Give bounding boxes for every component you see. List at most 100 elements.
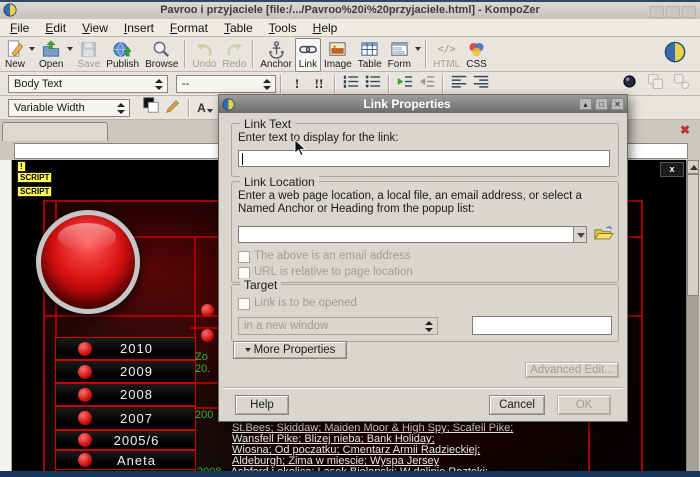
link-button[interactable]: Link — [295, 38, 321, 72]
open-folder-icon — [41, 40, 61, 59]
link-location-label: Enter a web page location, a local file,… — [238, 190, 610, 216]
bullet-icon — [201, 304, 214, 317]
tab-close-icon[interactable]: ✖ — [680, 122, 690, 138]
close-button[interactable] — [682, 6, 696, 18]
link-location-input[interactable] — [238, 226, 574, 243]
target-window-select[interactable]: in a new window — [238, 317, 438, 335]
open-link-checkbox[interactable] — [238, 298, 250, 310]
cancel-button[interactable]: Cancel — [489, 395, 545, 415]
css-palette-icon — [467, 40, 486, 59]
emphasis-glyph: ! — [295, 76, 299, 92]
paragraph-format-select[interactable]: Body Text — [8, 75, 168, 93]
image-button[interactable]: Image — [321, 38, 355, 72]
email-checkbox[interactable] — [238, 251, 250, 263]
publish-button[interactable]: Publish — [103, 38, 142, 72]
outdent-button[interactable] — [417, 74, 437, 94]
menu-format[interactable]: Format — [162, 20, 216, 36]
menu-edit[interactable]: Edit — [37, 20, 74, 36]
year-fragment: Zo — [195, 352, 208, 363]
new-button[interactable]: New — [2, 38, 28, 72]
help-button[interactable]: Help — [235, 395, 289, 415]
color-swatch-button[interactable] — [141, 98, 161, 118]
script-badge: SCRIPT — [17, 186, 52, 197]
vertical-scrollbar[interactable] — [686, 160, 699, 477]
save-button[interactable]: Save — [74, 38, 103, 72]
save-label: Save — [77, 59, 100, 70]
form-dropdown-icon[interactable] — [415, 47, 421, 51]
toolbar-separator — [425, 40, 427, 68]
menu-tools[interactable]: Tools — [261, 20, 305, 36]
bullet-icon — [78, 342, 92, 356]
nav-label: 2007 — [92, 411, 195, 426]
sphere-color-button[interactable] — [619, 74, 639, 94]
indent-button[interactable] — [395, 74, 415, 94]
nav-item-2009[interactable]: 2009 — [55, 360, 196, 383]
table-button[interactable]: Table — [355, 38, 385, 72]
toolbar-separator — [334, 75, 336, 93]
new-dropdown-icon[interactable] — [29, 47, 35, 51]
redo-button[interactable]: Redo — [219, 38, 249, 72]
undo-button[interactable]: Undo — [189, 38, 219, 72]
open-button[interactable]: Open — [36, 38, 66, 72]
spinner-icon — [117, 103, 125, 114]
decrease-font-button[interactable]: A — [195, 98, 215, 118]
table-grid-icon — [360, 40, 379, 59]
menu-table[interactable]: Table — [216, 20, 261, 36]
ok-button[interactable]: OK — [557, 395, 611, 415]
menu-view[interactable]: View — [74, 20, 116, 36]
layers-button[interactable] — [645, 74, 665, 94]
maximize-button[interactable] — [666, 6, 680, 18]
bullet-icon — [78, 453, 92, 467]
dialog-maximize-icon[interactable] — [595, 98, 608, 110]
emphasis-button[interactable]: ! — [287, 74, 307, 94]
highlight-pencil-button[interactable] — [163, 98, 183, 118]
document-tab[interactable] — [2, 122, 108, 142]
strong-emphasis-button[interactable]: !! — [309, 74, 329, 94]
nav-item-aneta[interactable]: Aneta — [55, 450, 196, 470]
nav-item-2008[interactable]: 2008 — [55, 383, 196, 406]
bullet-list-button[interactable] — [363, 74, 383, 94]
location-dropdown-icon[interactable] — [573, 226, 587, 243]
dialog-close-icon[interactable] — [611, 98, 624, 110]
strong-emphasis-glyph: !! — [315, 76, 324, 92]
dialog-shade-icon[interactable] — [579, 98, 592, 110]
target-legend: Target — [240, 278, 281, 292]
minimize-button[interactable] — [650, 6, 664, 18]
image-label: Image — [324, 59, 352, 70]
css-button[interactable]: CSS — [463, 38, 490, 72]
nav-item-2010[interactable]: 2010 — [55, 337, 196, 360]
browse-button[interactable]: Browse — [142, 38, 181, 72]
nav-item-2007[interactable]: 2007 — [55, 406, 196, 430]
paragraph-format-value: Body Text — [14, 78, 62, 90]
numbered-list-button[interactable] — [341, 74, 361, 94]
align-left-button[interactable] — [449, 74, 469, 94]
bullet-icon — [78, 365, 92, 379]
menu-insert[interactable]: Insert — [116, 20, 162, 36]
html-source-button[interactable]: HTML — [430, 38, 463, 72]
outdent-icon — [418, 74, 436, 94]
menu-file[interactable]: File — [2, 20, 37, 36]
dialog-titlebar[interactable]: Link Properties — [219, 95, 627, 113]
target-name-input[interactable] — [472, 316, 612, 335]
scrollbar-thumb[interactable] — [687, 174, 699, 296]
open-dropdown-icon[interactable] — [67, 47, 73, 51]
window-titlebar[interactable]: Pavroo i przyjaciele [file:/.../Pavroo%2… — [0, 2, 700, 20]
toolbar-separator — [442, 75, 444, 93]
menubar: File Edit View Insert Format Table Tools… — [0, 19, 700, 37]
bullet-list-icon — [364, 74, 382, 94]
more-properties-button[interactable]: More Properties — [233, 341, 347, 359]
font-select[interactable]: -- — [176, 75, 276, 93]
group-objects-button[interactable] — [671, 74, 691, 94]
nav-item-2005-6[interactable]: 2005/6 — [55, 430, 196, 450]
choose-file-button[interactable] — [594, 225, 614, 247]
expander-arrow-icon — [245, 348, 251, 352]
advanced-edit-button[interactable]: Advanced Edit... — [525, 362, 619, 378]
image-icon — [328, 40, 347, 59]
form-button[interactable]: Form — [385, 38, 414, 72]
scroll-up-icon[interactable] — [687, 160, 699, 174]
width-select[interactable]: Variable Width — [8, 99, 130, 117]
anchor-button[interactable]: Anchor — [257, 38, 295, 72]
menu-help[interactable]: Help — [305, 20, 346, 36]
align-right-button[interactable] — [471, 74, 491, 94]
screen-bottom-edge — [0, 471, 700, 477]
